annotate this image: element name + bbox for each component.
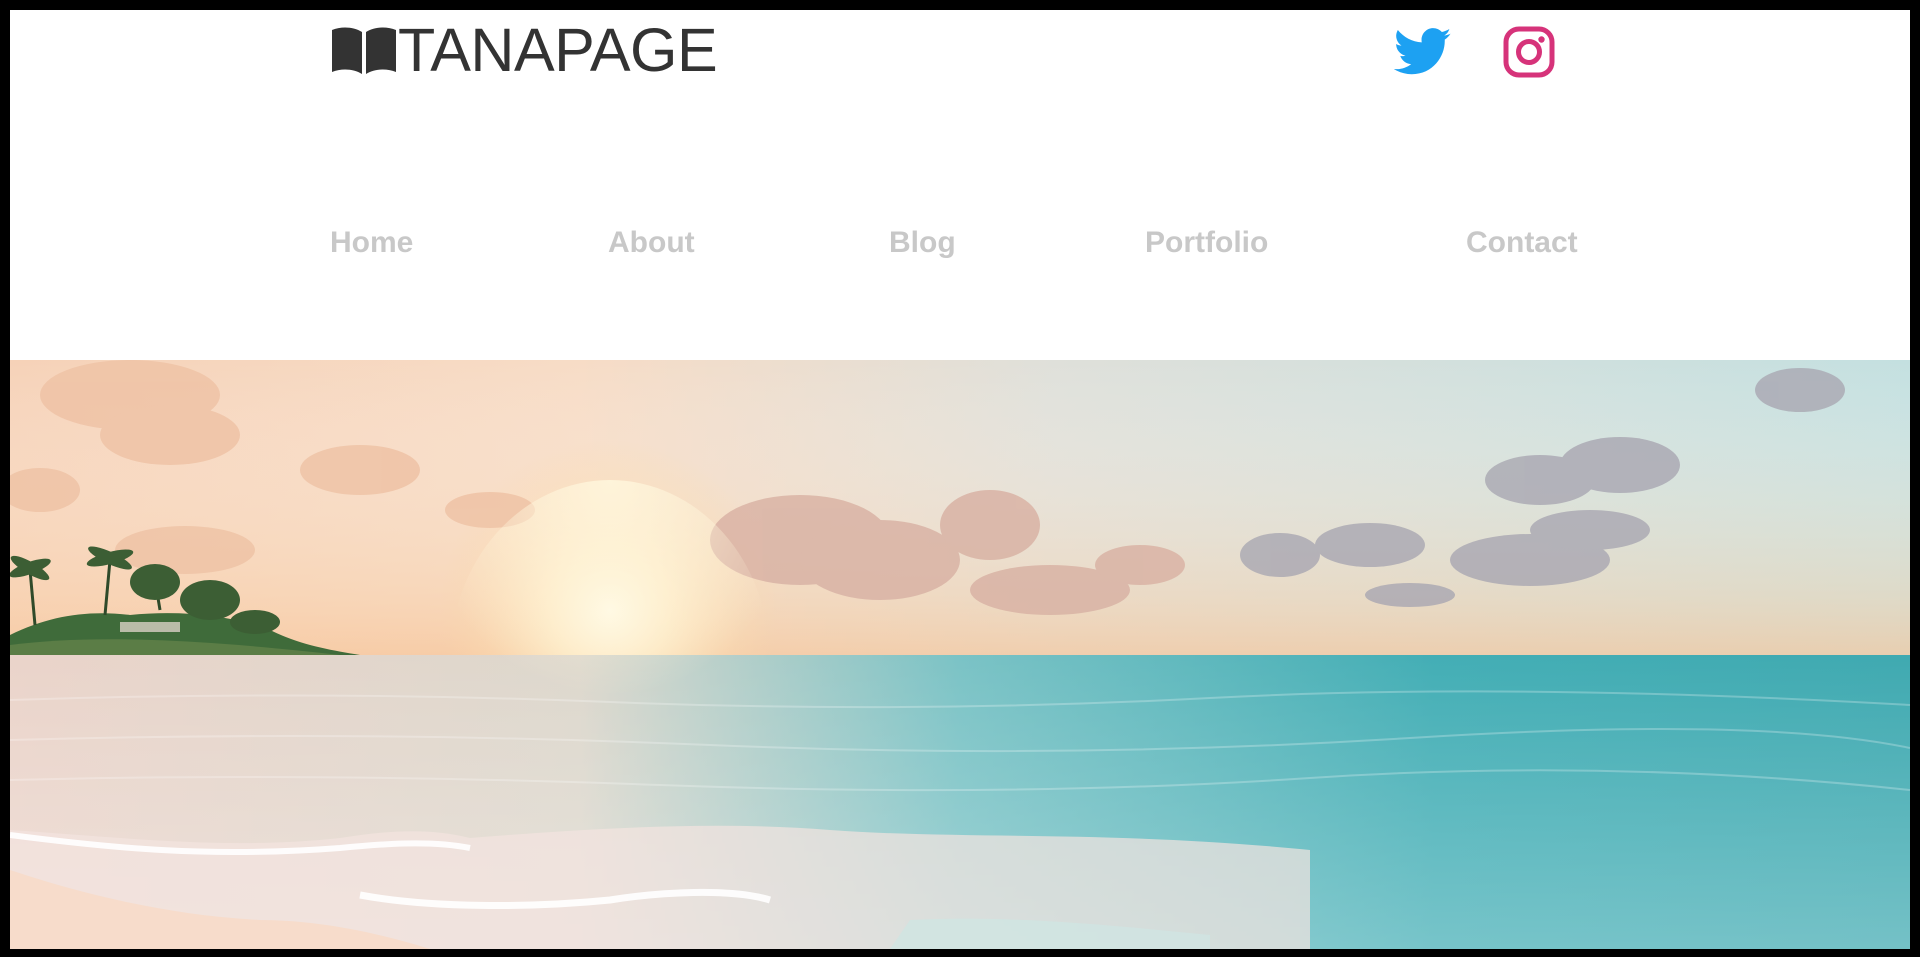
hero-banner: [10, 360, 1910, 949]
nav-item-portfolio[interactable]: Portfolio: [1145, 220, 1268, 266]
twitter-link[interactable]: [1393, 26, 1452, 78]
brand-name: TANAPAGE: [398, 15, 718, 84]
page-frame: TANAPAGE Home About Blog Portfolio Conta…: [10, 10, 1910, 949]
site-logo[interactable]: TANAPAGE: [330, 15, 718, 84]
nav-item-home[interactable]: Home: [330, 220, 413, 266]
instagram-link[interactable]: [1503, 26, 1555, 78]
twitter-icon: [1393, 28, 1452, 75]
beach-sunset-image: [10, 360, 1910, 949]
open-book-icon: [332, 27, 396, 74]
main-nav: Home About Blog Portfolio Contact: [10, 220, 1910, 270]
nav-item-contact[interactable]: Contact: [1466, 220, 1578, 266]
instagram-icon: [1503, 26, 1555, 78]
site-header: TANAPAGE Home About Blog Portfolio Conta…: [10, 10, 1910, 360]
nav-item-about[interactable]: About: [608, 220, 695, 266]
nav-item-blog[interactable]: Blog: [889, 220, 956, 266]
